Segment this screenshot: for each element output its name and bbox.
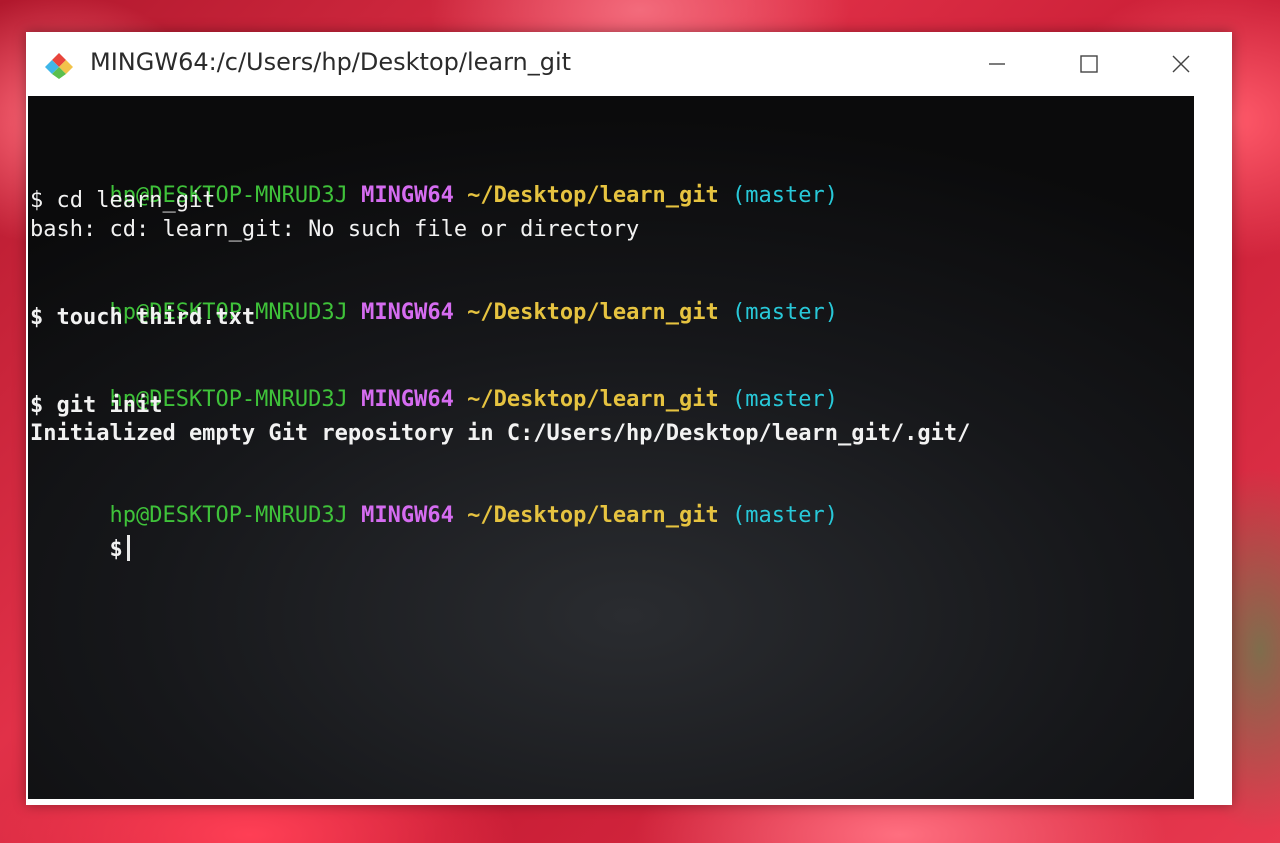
prompt-branch: (master): [732, 503, 839, 528]
command-line: $ git init: [30, 393, 163, 418]
prompt-branch: (master): [732, 183, 839, 208]
text-cursor: [126, 535, 130, 561]
maximize-button[interactable]: [1066, 44, 1112, 84]
prompt-branch: (master): [732, 300, 839, 325]
close-button[interactable]: [1158, 44, 1204, 84]
prompt-system: MINGW64: [361, 183, 454, 208]
prompt-symbol: $: [109, 537, 123, 562]
prompt-path: ~/Desktop/learn_git: [467, 503, 719, 528]
command-line: $ cd learn_git: [30, 188, 216, 213]
prompt-system: MINGW64: [361, 503, 454, 528]
git-bash-window: MINGW64:/c/Users/hp/Desktop/learn_git hp…: [26, 32, 1232, 805]
output-line: bash: cd: learn_git: No such file or dir…: [30, 217, 640, 242]
scrollbar-gutter[interactable]: [1196, 96, 1232, 799]
maximize-icon: [1080, 55, 1098, 73]
git-bash-icon: [45, 52, 73, 79]
input-prompt-line[interactable]: $: [30, 510, 130, 587]
window-title: MINGW64:/c/Users/hp/Desktop/learn_git: [90, 48, 572, 76]
prompt-branch: (master): [732, 387, 839, 412]
prompt-line: hp@DESKTOP-MNRUD3J MINGW64 ~/Desktop/lea…: [30, 478, 838, 553]
prompt-user-host: hp@DESKTOP-MNRUD3J: [109, 503, 348, 528]
minimize-button[interactable]: [974, 44, 1020, 84]
command-line: $ touch third.txt: [30, 305, 256, 330]
prompt-path: ~/Desktop/learn_git: [467, 183, 719, 208]
close-icon: [1172, 55, 1190, 73]
prompt-path: ~/Desktop/learn_git: [467, 300, 719, 325]
title-bar[interactable]: MINGW64:/c/Users/hp/Desktop/learn_git: [26, 32, 1232, 96]
prompt-system: MINGW64: [361, 387, 454, 412]
prompt-system: MINGW64: [361, 300, 454, 325]
minimize-icon: [989, 63, 1005, 65]
prompt-path: ~/Desktop/learn_git: [467, 387, 719, 412]
output-line: Initialized empty Git repository in C:/U…: [30, 421, 971, 446]
terminal-area[interactable]: hp@DESKTOP-MNRUD3J MINGW64 ~/Desktop/lea…: [28, 96, 1194, 799]
